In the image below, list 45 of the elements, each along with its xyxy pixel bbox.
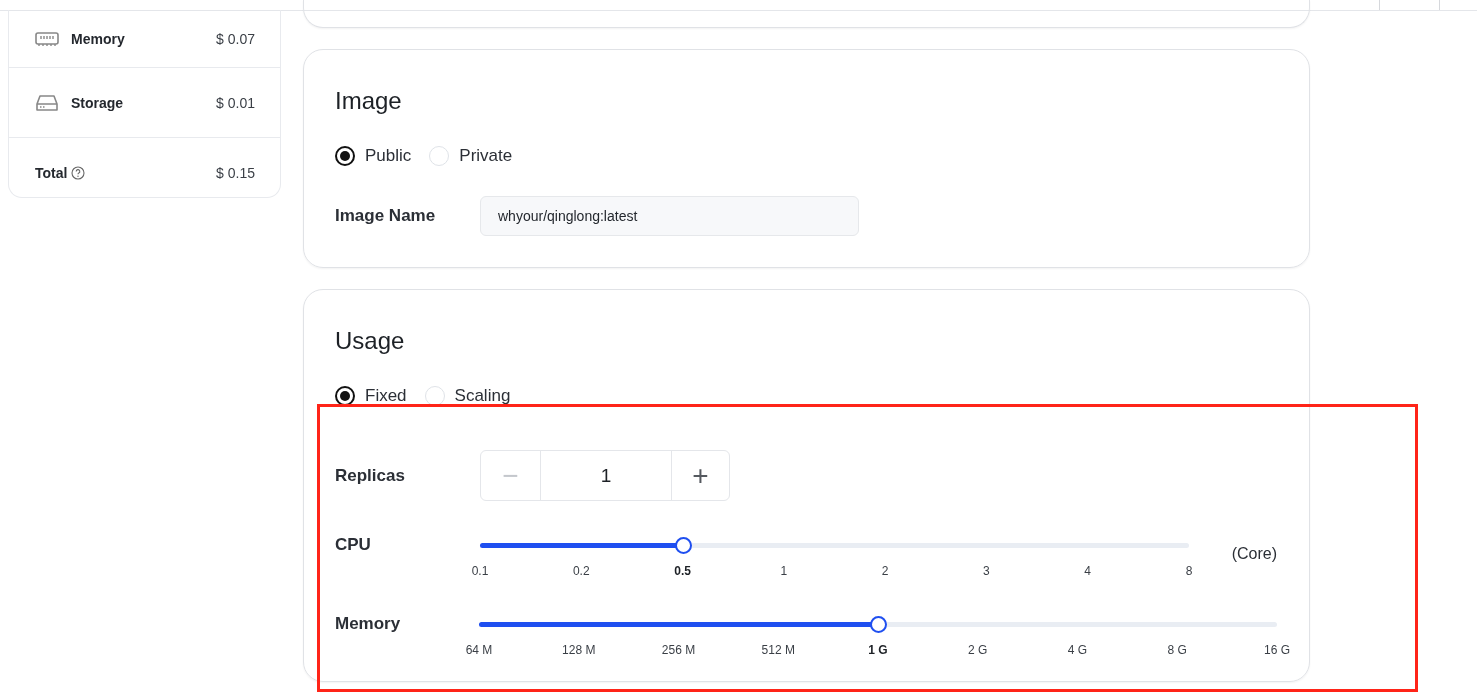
- tick-label[interactable]: 0.5: [631, 564, 734, 578]
- help-icon[interactable]: [71, 166, 86, 180]
- tick-label[interactable]: 8: [1138, 564, 1240, 578]
- slider-thumb[interactable]: [870, 616, 887, 633]
- tick-label[interactable]: 16 G: [1227, 643, 1327, 657]
- total-label: Total: [35, 165, 68, 181]
- radio-option[interactable]: Scaling: [424, 386, 511, 406]
- image-name-field[interactable]: whyour/qinglong:latest: [480, 196, 859, 236]
- tick-label[interactable]: 4: [1037, 564, 1139, 578]
- field-label: CPU: [335, 535, 372, 555]
- section-title: Usage: [335, 326, 406, 356]
- tick-label[interactable]: 0.1: [429, 564, 531, 578]
- tick-label[interactable]: 2 G: [927, 643, 1028, 657]
- tick-label[interactable]: 4 G: [1027, 643, 1128, 657]
- tick-label[interactable]: 512 M: [728, 643, 829, 657]
- replica-stepper[interactable]: − 1 +: [480, 450, 730, 501]
- field-label: Image Name: [335, 206, 437, 226]
- cost-value: $ 0.01: [216, 94, 255, 111]
- field-label: Memory: [335, 614, 402, 634]
- tick-label[interactable]: 1 G: [828, 643, 928, 657]
- radio-option[interactable]: Public: [335, 146, 412, 166]
- memory-chip-icon: [35, 30, 59, 47]
- radio-option[interactable]: Fixed: [335, 386, 407, 406]
- replica-value: 1: [599, 463, 613, 488]
- cost-label: Storage: [71, 94, 124, 111]
- tick-label[interactable]: 0.2: [530, 564, 632, 578]
- total-value: $ 0.15: [216, 165, 255, 181]
- slider-thumb[interactable]: [674, 537, 692, 554]
- tick-label[interactable]: 3: [935, 564, 1038, 578]
- field-label: Replicas: [335, 465, 406, 486]
- tick-label[interactable]: 128 M: [528, 643, 629, 657]
- increment-button[interactable]: +: [671, 451, 729, 500]
- unit-label: (Core): [1231, 545, 1277, 563]
- cost-value: $ 0.07: [216, 30, 255, 47]
- section-title: Image: [335, 86, 403, 116]
- tick-label[interactable]: 1: [733, 564, 835, 578]
- slider[interactable]: [480, 537, 1189, 554]
- tick-label[interactable]: 64 M: [429, 643, 529, 657]
- tick-label[interactable]: 2: [834, 564, 936, 578]
- tick-label[interactable]: 256 M: [628, 643, 729, 657]
- tick-label[interactable]: 8 G: [1127, 643, 1228, 657]
- slider[interactable]: [479, 616, 1277, 633]
- radio-option[interactable]: Private: [429, 146, 513, 166]
- hard-drive-icon: [35, 92, 59, 113]
- cost-label: Memory: [71, 30, 125, 47]
